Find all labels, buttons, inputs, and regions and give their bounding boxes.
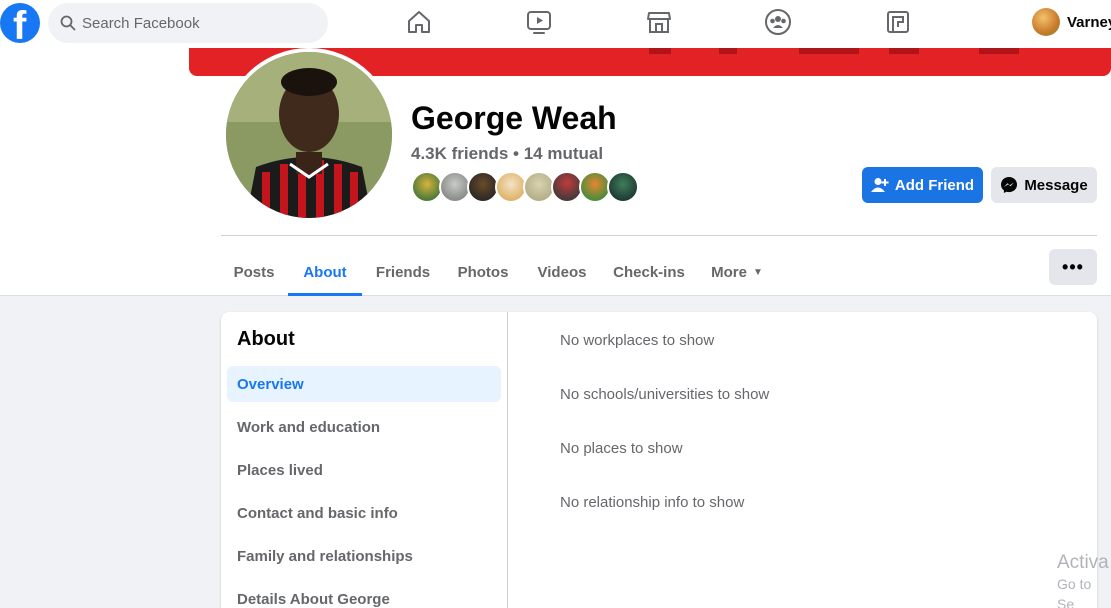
tab-photos[interactable]: Photos [448, 248, 518, 296]
tab-videos[interactable]: Videos [528, 248, 596, 296]
no-schools-text: No schools/universities to show [560, 386, 770, 403]
profile-header: George Weah 4.3K friends • 14 mutual Add… [0, 48, 1111, 296]
tab-more[interactable]: More ▼ [704, 248, 770, 296]
add-person-icon [870, 178, 889, 192]
add-friend-button[interactable]: Add Friend [862, 167, 983, 203]
about-item-contact-info[interactable]: Contact and basic info [227, 495, 501, 531]
tab-about[interactable]: About [288, 248, 362, 296]
about-card: About Overview Work and education Places… [221, 312, 1097, 608]
avatar [1032, 8, 1060, 36]
about-item-overview[interactable]: Overview [227, 366, 501, 402]
profile-name: George Weah [411, 100, 617, 136]
account-name: Varney [1067, 13, 1111, 31]
messenger-icon [1001, 177, 1018, 193]
about-item-work-and-education[interactable]: Work and education [227, 409, 501, 445]
about-item-places-lived[interactable]: Places lived [227, 452, 501, 488]
profile-picture[interactable] [222, 48, 396, 222]
no-workplaces-text: No workplaces to show [560, 332, 715, 349]
friends-count[interactable]: 4.3K friends • 14 mutual [411, 144, 603, 164]
friend-avatar[interactable] [607, 171, 639, 203]
message-button[interactable]: Message [991, 167, 1097, 203]
marketplace-icon[interactable] [645, 8, 673, 36]
no-places-text: No places to show [560, 440, 683, 457]
about-title: About [237, 328, 295, 350]
top-navigation-bar: f Varney [0, 0, 1111, 48]
account-profile-link[interactable]: Varney [1032, 8, 1111, 36]
search-box[interactable] [48, 3, 328, 43]
add-friend-label: Add Friend [894, 176, 975, 194]
tab-posts[interactable]: Posts [221, 248, 287, 296]
message-label: Message [1024, 176, 1088, 194]
mutual-friends-avatars [411, 171, 651, 203]
no-relationship-text: No relationship info to show [560, 494, 745, 511]
about-item-details[interactable]: Details About George [227, 581, 501, 608]
caret-down-icon: ▼ [752, 266, 763, 278]
tab-friends[interactable]: Friends [366, 248, 440, 296]
more-options-button[interactable]: ••• [1049, 249, 1097, 285]
header-divider [221, 235, 1097, 236]
about-sidebar: About Overview Work and education Places… [221, 312, 508, 608]
tab-check-ins[interactable]: Check-ins [606, 248, 692, 296]
about-item-family-relationships[interactable]: Family and relationships [227, 538, 501, 574]
activation-watermark: Activa Go to Se [1057, 552, 1109, 608]
search-input[interactable] [82, 3, 312, 43]
search-icon [60, 15, 76, 31]
groups-icon[interactable] [764, 8, 792, 36]
facebook-logo-icon[interactable]: f [0, 3, 40, 43]
gaming-icon[interactable] [884, 8, 912, 36]
home-icon[interactable] [405, 8, 433, 36]
watch-icon[interactable] [525, 8, 553, 36]
